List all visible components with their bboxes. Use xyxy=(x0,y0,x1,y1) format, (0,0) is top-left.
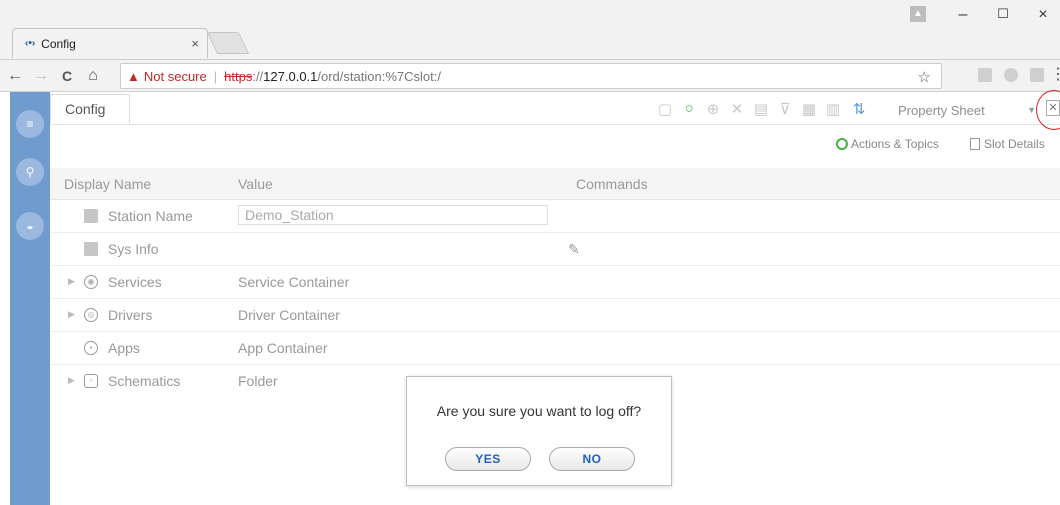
folder-icon xyxy=(84,209,98,223)
link-icon[interactable]: ▦ xyxy=(800,100,818,118)
view-selector[interactable]: Property Sheet ▼ xyxy=(898,100,1040,120)
services-icon: ◉ xyxy=(84,275,98,289)
tab-close-icon[interactable]: × xyxy=(191,36,199,51)
toolbar-divider xyxy=(50,124,1060,125)
search-icon[interactable]: ⚲ xyxy=(16,158,44,186)
expand-arrow-icon[interactable]: ▶ xyxy=(68,309,75,320)
reload-button[interactable]: C xyxy=(56,68,78,84)
favicon-icon: ‹•› xyxy=(25,38,36,49)
url-separator: | xyxy=(213,68,218,84)
row-name: Services xyxy=(108,274,162,290)
rename-icon[interactable]: ▤ xyxy=(752,100,770,118)
table-row[interactable]: ▶ ◎ Drivers Driver Container xyxy=(50,299,1060,332)
url-bar[interactable]: ▲ Not secure | https://127.0.0.1/ord/sta… xyxy=(120,63,942,89)
menu-icon[interactable]: ≡ xyxy=(16,110,44,138)
table-row[interactable]: ▪ Apps App Container xyxy=(50,332,1060,365)
expand-arrow-icon[interactable]: ▶ xyxy=(68,276,75,287)
chevron-down-icon: ▼ xyxy=(1027,105,1036,115)
logoff-dialog: Are you sure you want to log off? YES NO xyxy=(406,376,672,486)
header-commands[interactable]: Commands xyxy=(576,176,648,192)
view-tab[interactable]: Config xyxy=(50,94,130,124)
row-name: Apps xyxy=(108,340,140,356)
row-name: Sys Info xyxy=(108,241,159,257)
schematics-icon: ▫ xyxy=(84,374,98,388)
table-header: Display Name Value Commands xyxy=(50,168,1060,200)
browser-toolbar: ← → C ⌂ ▲ Not secure | https://127.0.0.1… xyxy=(0,60,1060,92)
window-close-button[interactable]: × xyxy=(1026,6,1060,24)
view-selector-value: Property Sheet xyxy=(898,102,985,118)
browser-titlebar: ‹•› Config × ▲ – ☐ × xyxy=(0,0,1060,60)
left-rail: ≡ ⚲ ◒ xyxy=(10,92,50,505)
minimize-button[interactable]: – xyxy=(946,6,980,24)
row-value: Driver Container xyxy=(238,307,340,323)
slot-details-link[interactable]: Slot Details xyxy=(970,137,1045,151)
actions-bar: Actions & Topics Slot Details xyxy=(50,132,1060,162)
drivers-icon: ◎ xyxy=(84,308,98,322)
browser-menu-icon[interactable]: ⋮ xyxy=(1050,64,1060,84)
copy-icon[interactable]: ▥ xyxy=(824,100,842,118)
url-host: 127.0.0.1 xyxy=(263,68,318,84)
url-scheme: https xyxy=(224,68,253,84)
row-name: Drivers xyxy=(108,307,153,323)
extension-icon[interactable] xyxy=(1004,68,1018,82)
bookmark-star-icon[interactable]: ☆ xyxy=(918,68,931,86)
header-display-name[interactable]: Display Name xyxy=(64,176,151,192)
folder-icon xyxy=(84,242,98,256)
actions-icon xyxy=(836,138,848,150)
new-icon[interactable]: ○ xyxy=(680,100,698,117)
forward-button[interactable]: → xyxy=(30,67,52,85)
security-label[interactable]: Not secure xyxy=(144,69,207,84)
header-value[interactable]: Value xyxy=(238,176,273,192)
row-value: Folder xyxy=(238,373,278,389)
yes-button[interactable]: YES xyxy=(445,447,531,471)
warning-icon: ▲ xyxy=(127,68,140,84)
save-icon[interactable]: ▢ xyxy=(656,100,674,118)
no-button[interactable]: NO xyxy=(549,447,635,471)
filter-icon[interactable]: ⊽ xyxy=(776,100,794,118)
delete-icon[interactable]: ✕ xyxy=(728,100,746,118)
new-tab-button[interactable] xyxy=(206,32,250,54)
extension-icon[interactable] xyxy=(1030,68,1044,82)
maximize-button[interactable]: ☐ xyxy=(986,6,1020,22)
table-row[interactable]: Sys Info ✎ xyxy=(50,233,1060,266)
dialog-message: Are you sure you want to log off? xyxy=(436,403,642,419)
table-row[interactable]: Station Name xyxy=(50,200,1060,233)
row-value: Service Container xyxy=(238,274,350,290)
row-value: App Container xyxy=(238,340,328,356)
property-table: Display Name Value Commands Station Name… xyxy=(50,168,1060,398)
table-row[interactable]: ▶ ◉ Services Service Container xyxy=(50,266,1060,299)
actions-topics-link[interactable]: Actions & Topics xyxy=(836,137,939,151)
profile-icon[interactable]: ▲ xyxy=(910,6,926,22)
sidebar-icon[interactable]: ◒ xyxy=(16,212,44,240)
expand-arrow-icon[interactable]: ▶ xyxy=(68,375,75,386)
apps-icon: ▪ xyxy=(84,341,98,355)
document-icon xyxy=(970,138,980,150)
url-path: /ord/station:%7Cslot:/ xyxy=(317,68,441,84)
row-name: Station Name xyxy=(108,208,193,224)
row-name: Schematics xyxy=(108,373,181,389)
add-icon[interactable]: ⊕ xyxy=(704,100,722,118)
back-button[interactable]: ← xyxy=(4,67,26,85)
tab-title: Config xyxy=(41,36,76,51)
browser-tab[interactable]: ‹•› Config × xyxy=(12,28,208,58)
sort-icon[interactable]: ⇅ xyxy=(850,100,868,118)
extension-icon[interactable] xyxy=(978,68,992,82)
station-name-input[interactable] xyxy=(238,205,548,225)
edit-pencil-icon[interactable]: ✎ xyxy=(568,241,580,258)
home-button[interactable]: ⌂ xyxy=(82,67,104,85)
url-scheme-suffix: :// xyxy=(252,68,264,84)
